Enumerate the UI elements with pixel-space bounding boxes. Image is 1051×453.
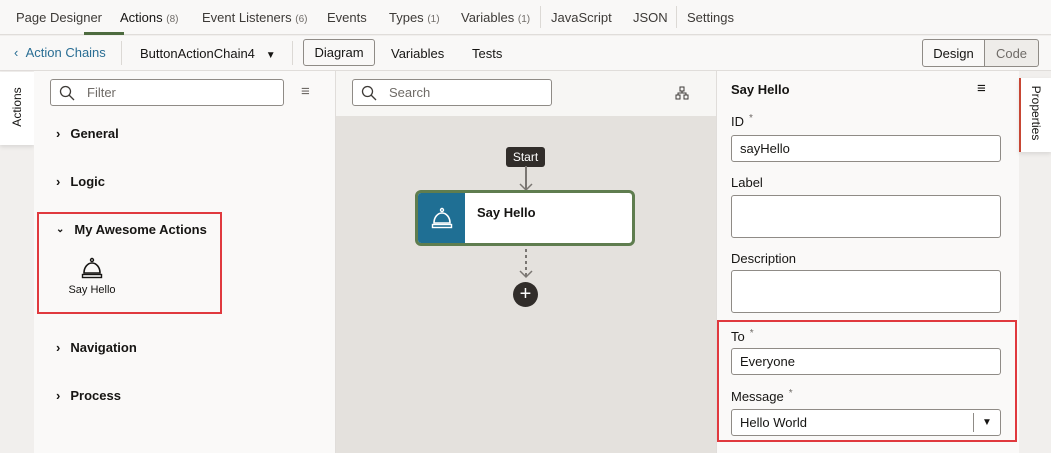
properties-tab-label: Properties	[1029, 85, 1043, 141]
say-hello-node[interactable]: Say Hello	[415, 190, 635, 246]
tab-count: (8)	[166, 14, 179, 25]
highlight-box	[717, 320, 1017, 442]
back-label: Action Chains	[25, 45, 106, 60]
group-label: Logic	[70, 174, 106, 189]
sub-toolbar: ‹ Action Chains ButtonActionChain4 ▼ Dia…	[0, 36, 1051, 71]
tab-label: Page Designer	[16, 10, 102, 25]
design-label: Design	[933, 45, 974, 61]
layout-hierarchy-icon[interactable]	[675, 86, 689, 100]
group-navigation[interactable]: › Navigation	[56, 340, 137, 355]
plus-icon: +	[519, 283, 532, 305]
tab-settings[interactable]: Settings	[687, 10, 734, 25]
description-field[interactable]	[731, 270, 1001, 313]
chain-name: ButtonActionChain4	[140, 46, 255, 61]
actions-tab-label: Actions	[10, 87, 24, 127]
divider	[121, 41, 122, 65]
tab-label: Settings	[687, 10, 734, 25]
tab-label: JavaScript	[551, 10, 612, 25]
code-label: Code	[995, 45, 1028, 61]
active-tab-indicator	[84, 32, 124, 35]
group-label: Navigation	[70, 340, 137, 355]
properties-title: Say Hello	[731, 82, 790, 97]
tab-tests[interactable]: Tests	[472, 46, 502, 61]
tab-types[interactable]: Types (1)	[389, 10, 440, 25]
menu-icon[interactable]: ≡	[977, 80, 986, 97]
group-label: Process	[70, 388, 121, 403]
search-icon	[59, 85, 75, 100]
group-process[interactable]: › Process	[56, 388, 121, 403]
required-mark: *	[749, 113, 753, 124]
design-button[interactable]: Design	[922, 39, 985, 67]
divider	[540, 6, 541, 28]
tab-events[interactable]: Events	[327, 10, 367, 25]
top-tab-bar: Page Designer Actions (8) Event Listener…	[0, 0, 1051, 35]
tab-label: Variables	[461, 10, 515, 25]
menu-icon[interactable]: ≡	[301, 83, 310, 100]
tab-json[interactable]: JSON	[633, 10, 668, 25]
group-logic[interactable]: › Logic	[56, 174, 105, 189]
start-label: Start	[512, 150, 539, 164]
highlight-box	[37, 212, 222, 314]
label-label: Label	[731, 175, 763, 190]
chevron-right-icon: ›	[56, 174, 61, 189]
tab-label: Types	[389, 10, 424, 25]
label-field[interactable]	[731, 195, 1001, 238]
search-icon	[361, 85, 377, 100]
tab-count: (1)	[427, 14, 440, 25]
canvas-search-input[interactable]: Search	[352, 79, 552, 106]
tab-count: (6)	[295, 14, 308, 25]
node-label: Say Hello	[477, 205, 536, 220]
bell-icon	[431, 207, 452, 229]
description-label: Description	[731, 251, 797, 266]
divider	[292, 41, 293, 65]
properties-side-tab[interactable]: Properties	[1019, 78, 1051, 152]
add-action-button[interactable]: +	[513, 282, 538, 307]
dashed-connector	[519, 249, 533, 279]
tab-javascript[interactable]: JavaScript	[551, 10, 612, 25]
node-icon-tile	[418, 193, 465, 243]
tab-variables[interactable]: Variables (1)	[461, 10, 530, 25]
tab-actions[interactable]: Actions (8)	[120, 10, 179, 25]
tab-label: Actions	[120, 10, 163, 25]
actions-side-tab[interactable]: Actions	[0, 72, 34, 145]
id-value: sayHello	[740, 141, 790, 156]
tab-label: Diagram	[314, 45, 364, 60]
search-placeholder: Search	[389, 85, 431, 100]
tab-diagram[interactable]: Diagram	[303, 39, 375, 66]
tab-label: Event Listeners	[202, 10, 292, 25]
group-general[interactable]: › General	[56, 126, 119, 141]
chevron-right-icon: ›	[56, 388, 61, 403]
tab-event-listeners[interactable]: Event Listeners (6)	[202, 10, 307, 25]
tab-page-designer[interactable]: Page Designer	[16, 10, 102, 25]
caret-down-icon: ▼	[265, 50, 276, 61]
chevron-right-icon: ›	[56, 340, 61, 355]
divider	[676, 6, 677, 28]
chevron-right-icon: ›	[56, 126, 61, 141]
group-label: General	[70, 126, 119, 141]
back-action-chains-link[interactable]: ‹ Action Chains	[14, 45, 106, 60]
start-node[interactable]: Start	[506, 147, 545, 167]
filter-placeholder: Filter	[87, 85, 116, 100]
tab-label: Events	[327, 10, 367, 25]
label-text: ID	[731, 114, 744, 129]
canvas-toolbar: Search	[336, 71, 716, 116]
chevron-left-icon: ‹	[14, 45, 19, 60]
code-button[interactable]: Code	[984, 39, 1039, 67]
tab-chain-variables[interactable]: Variables	[391, 46, 444, 61]
chain-selector[interactable]: ButtonActionChain4 ▼	[140, 46, 276, 61]
tab-count: (1)	[517, 14, 531, 25]
id-label: ID *	[731, 113, 753, 129]
tab-label: JSON	[633, 10, 668, 25]
id-field[interactable]: sayHello	[731, 135, 1001, 162]
filter-input[interactable]: Filter	[50, 79, 284, 106]
connector-arrow	[519, 166, 533, 192]
